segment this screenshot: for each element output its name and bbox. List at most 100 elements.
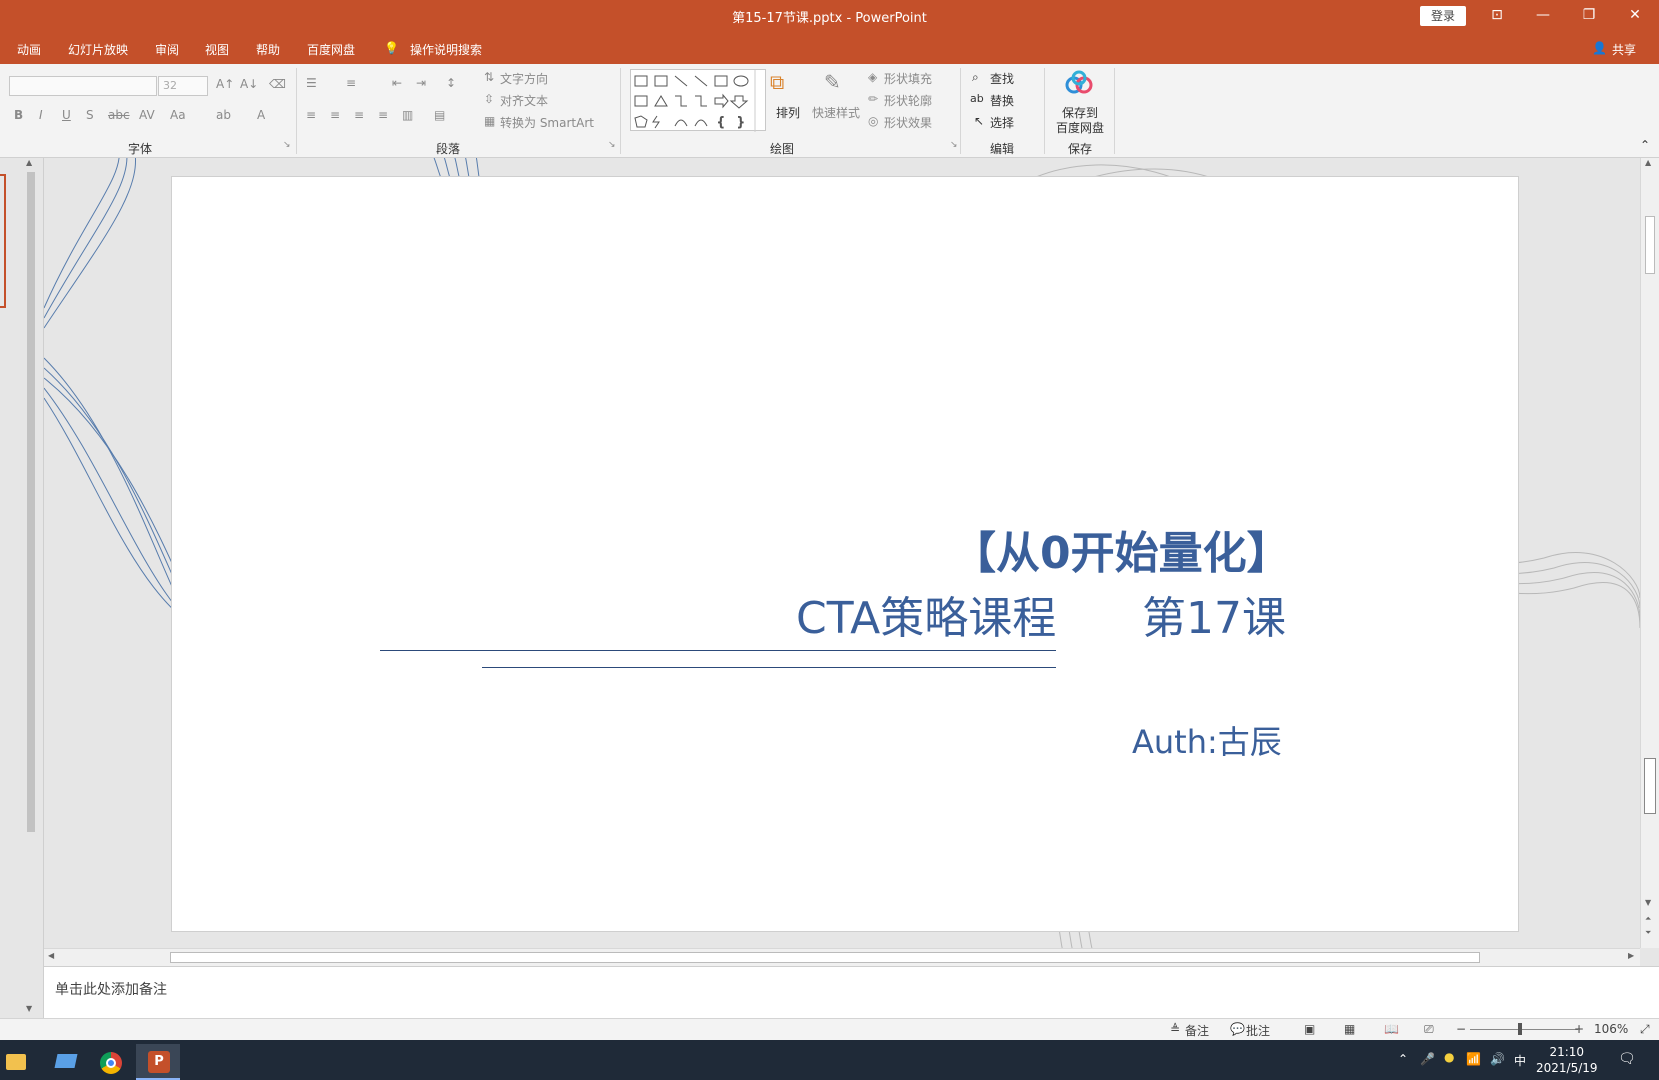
font-name-combo[interactable] [9,76,157,96]
collapse-ribbon-icon[interactable]: ⌃ [1640,138,1650,152]
zoom-slider[interactable] [1470,1029,1578,1030]
previous-slide-icon[interactable]: ⏶ [1645,914,1651,924]
normal-view-icon[interactable]: ▣ [1304,1022,1315,1036]
strikethrough-icon[interactable]: abc [108,108,130,122]
increase-indent-icon[interactable]: ⇥ [416,76,426,90]
arrange-button[interactable]: 排列 [776,104,800,121]
shadow-icon[interactable]: S [86,108,94,122]
share-button[interactable]: 共享 [1612,41,1636,58]
decrease-indent-icon[interactable]: ⇤ [392,76,402,90]
shape-effects-button[interactable]: 形状效果 [884,114,932,131]
font-color-icon[interactable]: A [257,108,265,122]
slide-subtitle-lesson[interactable]: 第17课 [1142,582,1286,646]
find-button[interactable]: 查找 [990,70,1014,87]
tab-review[interactable]: 审阅 [155,41,179,58]
scroll-down-icon[interactable]: ▼ [1645,898,1651,907]
zoom-level[interactable]: 106% [1594,1022,1628,1036]
tab-animations[interactable]: 动画 [17,41,41,58]
paragraph-dialog-launcher-icon[interactable]: ↘ [608,140,616,150]
zoom-out-icon[interactable]: − [1456,1022,1466,1036]
char-spacing-icon[interactable]: AV [139,108,155,122]
slide-subtitle-course[interactable]: CTA策略课程 [796,582,1056,646]
text-direction-icon[interactable]: ⇅ [484,70,494,84]
quick-styles-button[interactable]: 快速样式 [812,104,860,121]
shape-effects-icon[interactable]: ◎ [868,114,878,128]
computer-icon[interactable] [44,1044,88,1080]
select-icon[interactable]: ↖ [974,114,984,128]
thumbnail-scrollbar[interactable]: ▲ ▼ [24,158,38,1018]
smartart-icon[interactable]: ▦ [484,114,495,128]
slide-title[interactable]: 【从0开始量化】 [952,517,1291,581]
shape-outline-button[interactable]: 形状轮廓 [884,92,932,109]
network-icon[interactable]: 📶 [1466,1052,1481,1066]
ribbon-display-options-icon[interactable]: ⊡ [1474,0,1520,32]
scroll-left-icon[interactable]: ◀ [48,951,54,960]
quick-styles-icon[interactable]: ✎ [824,70,841,94]
system-clock[interactable]: 21:10 2021/5/19 [1536,1044,1598,1076]
numbering-icon[interactable]: ≡ [346,76,356,90]
scroll-up-icon[interactable]: ▲ [26,158,36,168]
align-left-icon[interactable]: ≡ [306,108,316,122]
horizontal-scroll-thumb[interactable] [170,952,1480,963]
file-explorer-icon[interactable] [0,1044,44,1080]
align-center-icon[interactable]: ≡ [330,108,340,122]
underline-icon[interactable]: U [62,108,71,122]
text-direction-button[interactable]: 文字方向 [500,70,548,87]
comments-button[interactable]: 批注 [1246,1022,1270,1039]
horizontal-scrollbar[interactable]: ◀ ▶ [44,948,1640,966]
powerpoint-icon[interactable]: P [136,1044,180,1080]
restore-button[interactable]: ❐ [1566,0,1612,32]
slide-sorter-icon[interactable]: ▦ [1344,1022,1355,1036]
align-text-button[interactable]: 对齐文本 [500,92,548,109]
show-hidden-icons-icon[interactable]: ⌃ [1398,1052,1408,1066]
slide-scroll-thumb[interactable] [1645,216,1655,274]
shape-fill-icon[interactable]: ◈ [868,70,877,84]
baidu-netdisk-icon[interactable] [1064,70,1094,96]
close-button[interactable]: ✕ [1612,0,1658,32]
minimize-button[interactable]: — [1520,0,1566,32]
arrange-icon[interactable]: ⧉ [770,70,784,94]
align-right-icon[interactable]: ≡ [354,108,364,122]
thumbnail-scroll-thumb[interactable] [27,172,35,832]
notes-pane[interactable]: 单击此处添加备注 [44,966,1659,1018]
bullets-icon[interactable]: ☰ [306,76,317,90]
shape-fill-button[interactable]: 形状填充 [884,70,932,87]
replace-button[interactable]: 替换 [990,92,1014,109]
notifications-icon[interactable]: 🗨 [1618,1051,1636,1067]
tab-slideshow[interactable]: 幻灯片放映 [68,41,128,58]
scroll-up-icon[interactable]: ▲ [1645,158,1651,167]
scroll-right-icon[interactable]: ▶ [1628,951,1634,960]
slide-author[interactable]: Auth:古辰 [1132,717,1282,763]
zoom-slider-thumb[interactable] [1518,1023,1522,1035]
reading-view-icon[interactable]: 📖 [1384,1022,1399,1036]
italic-icon[interactable]: I [39,108,43,122]
decrease-font-icon[interactable]: A↓ [240,77,258,91]
security-icon[interactable]: ● [1444,1050,1454,1064]
highlight-icon[interactable]: ab [216,108,231,122]
active-slide-thumbnail[interactable] [0,174,6,308]
scroll-down-icon[interactable]: ▼ [26,1004,36,1014]
distributed-icon[interactable]: ▥ [402,108,413,122]
ime-indicator[interactable]: 中 [1514,1052,1526,1069]
clear-formatting-icon[interactable]: ⌫ [269,77,286,91]
notes-toggle-icon[interactable]: ≜ [1170,1022,1180,1036]
tab-help[interactable]: 帮助 [256,41,280,58]
select-button[interactable]: 选择 [990,114,1014,131]
chrome-icon[interactable] [88,1044,132,1080]
change-case-icon[interactable]: Aa [170,108,186,122]
increase-font-icon[interactable]: A↑ [216,77,234,91]
zoom-in-icon[interactable]: + [1574,1022,1584,1036]
bold-icon[interactable]: B [14,108,23,122]
next-slide-icon[interactable]: ⏷ [1645,928,1651,938]
save-to-baidu-button-line2[interactable]: 百度网盘 [1056,119,1104,136]
notes-placeholder[interactable]: 单击此处添加备注 [55,979,167,999]
slide-scrollbar[interactable]: ▲ ▼ ⏶ ⏷ [1640,158,1659,948]
notes-toggle-button[interactable]: 备注 [1185,1022,1209,1039]
comment-icon[interactable]: 💬 [1230,1022,1245,1036]
slideshow-icon[interactable]: ⎚ [1424,1022,1434,1037]
shape-gallery[interactable]: {} [630,69,766,132]
convert-smartart-button[interactable]: 转换为 SmartArt [500,114,594,131]
columns-icon[interactable]: ▤ [434,108,445,122]
login-button[interactable]: 登录 [1420,6,1466,26]
align-text-icon[interactable]: ⇳ [484,92,494,106]
